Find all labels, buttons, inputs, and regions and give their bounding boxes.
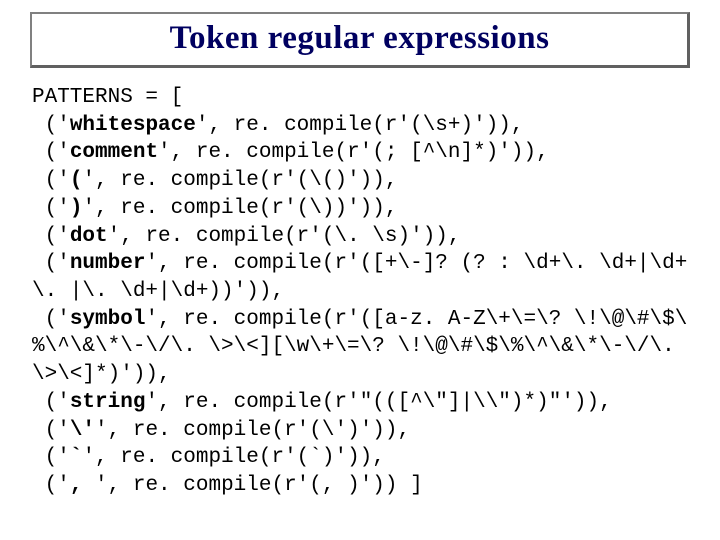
code-line-08a: (' [32,308,70,331]
code-line-03c: ', re. compile(r'(; [^\n]*)')), [158,141,549,164]
token-comma: , [70,474,95,497]
code-line-10c: ', re. compile(r'(\')')), [95,419,410,442]
code-line-09c: ', re. compile(r'"(([^\"]|\\")*)"')), [145,391,611,414]
code-line-07a: (' [32,252,70,275]
token-rparen: ) [70,197,83,220]
code-line-01: PATTERNS = [ [32,86,183,109]
code-line-09a: (' [32,391,70,414]
token-string: string [70,391,146,414]
title-box: Token regular expressions [30,12,690,68]
code-line-12a: (' [32,474,70,497]
token-quote: \' [70,419,95,442]
token-whitespace: whitespace [70,114,196,137]
code-line-04a: (' [32,169,70,192]
code-line-10a: (' [32,419,70,442]
slide: Token regular expressions PATTERNS = [ (… [0,0,720,540]
code-line-12c: ', re. compile(r'(, )')) ] [95,474,423,497]
code-line-06a: (' [32,225,70,248]
token-lparen: ( [70,169,83,192]
token-dot: dot [70,225,108,248]
code-line-03a: (' [32,141,70,164]
token-comment: comment [70,141,158,164]
code-line-05a: (' [32,197,70,220]
token-symbol: symbol [70,308,146,331]
slide-title: Token regular expressions [42,20,677,57]
code-line-11c: ', re. compile(r'(`)')), [82,446,384,469]
token-number: number [70,252,146,275]
code-block: PATTERNS = [ ('whitespace', re. compile(… [18,80,702,504]
token-backtick: ` [70,446,83,469]
code-line-05c: ', re. compile(r'(\))')), [82,197,397,220]
code-line-04c: ', re. compile(r'(\()')), [82,169,397,192]
code-line-11a: (' [32,446,70,469]
code-line-02c: ', re. compile(r'(\s+)')), [196,114,524,137]
code-line-06c: ', re. compile(r'(\. \s)')), [108,225,461,248]
code-line-02a: (' [32,114,70,137]
